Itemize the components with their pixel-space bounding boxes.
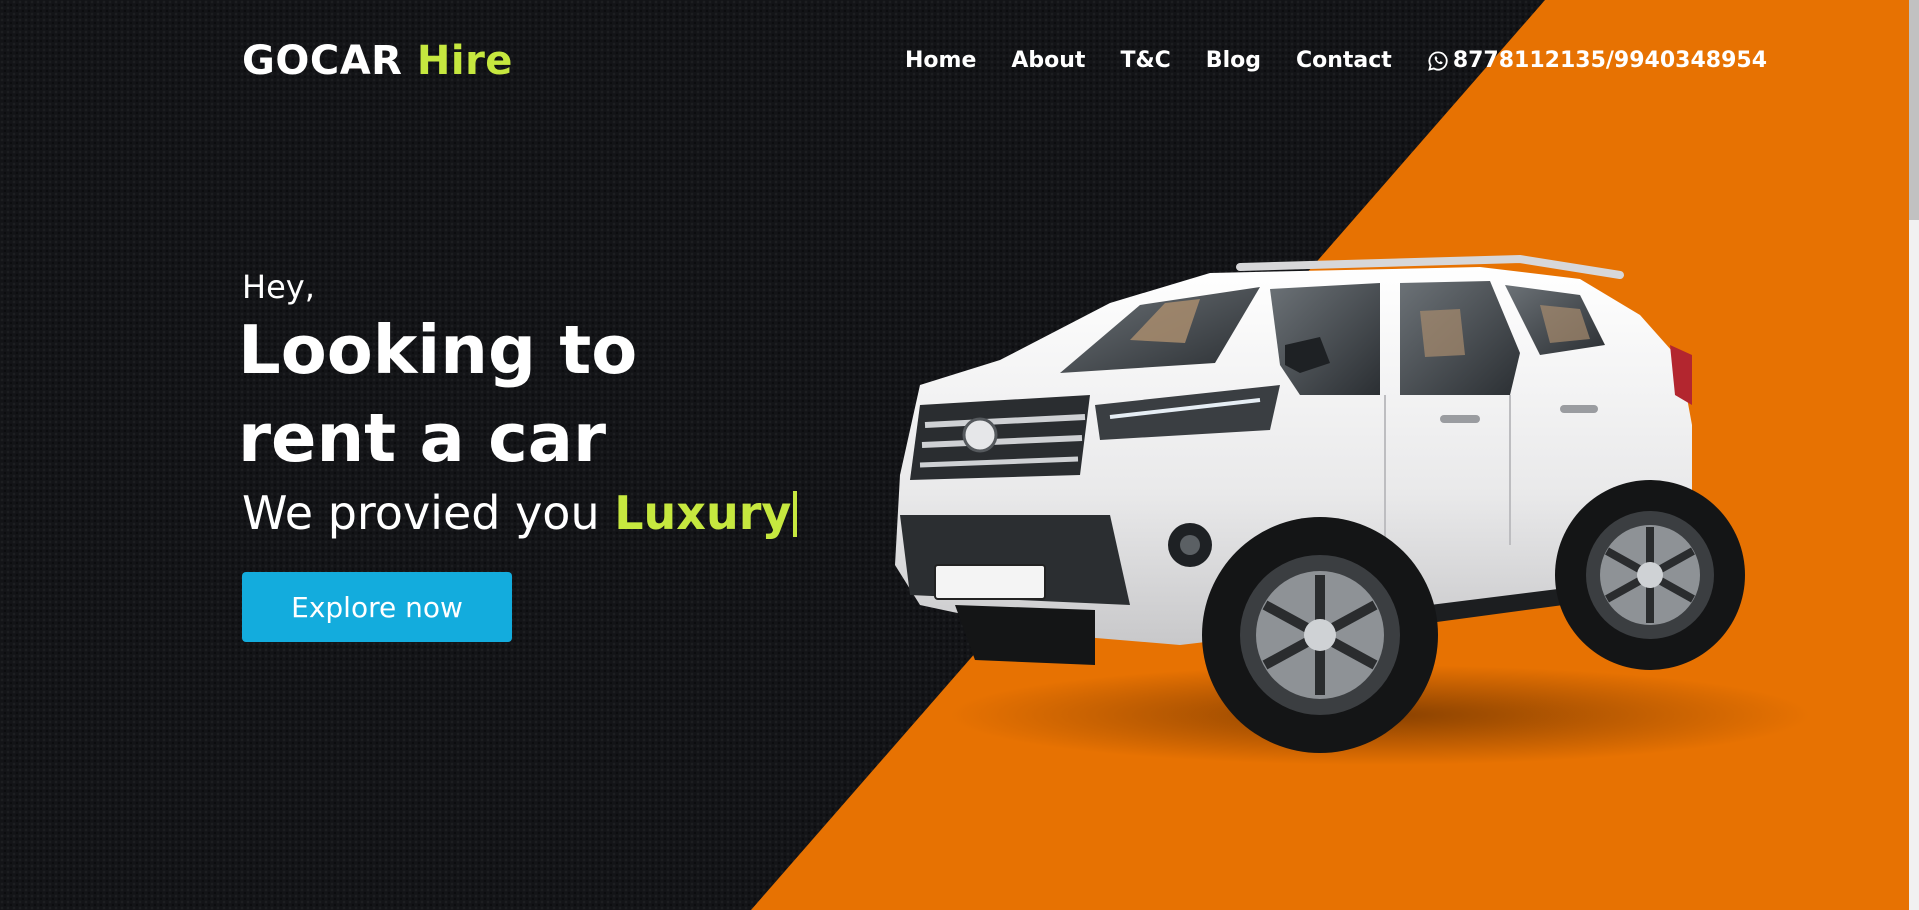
scrollbar-thumb[interactable] bbox=[1909, 0, 1919, 220]
hero-greeting: Hey, bbox=[242, 268, 315, 306]
brand-logo[interactable]: GOCAR Hire bbox=[242, 38, 513, 84]
main-nav: Home About T&C Blog Contact 8778112135/9… bbox=[905, 48, 1767, 73]
hero-subtitle-accent: Luxury bbox=[614, 486, 792, 540]
hero-title-line-1: Looking to bbox=[238, 311, 638, 389]
hero-subtitle-text: We provied you bbox=[242, 486, 600, 540]
suv-car-image bbox=[895, 254, 1810, 765]
nav-home[interactable]: Home bbox=[905, 48, 976, 73]
nav-blog[interactable]: Blog bbox=[1206, 48, 1261, 73]
phone-number: 8778112135/9940348954 bbox=[1452, 48, 1767, 73]
page: GOCAR Hire Home About T&C Blog Contact 8… bbox=[0, 0, 1919, 910]
nav-about[interactable]: About bbox=[1011, 48, 1085, 73]
scrollbar-track[interactable] bbox=[1909, 0, 1919, 910]
nav-contact[interactable]: Contact bbox=[1296, 48, 1392, 73]
hero-title-line-2: rent a car bbox=[238, 399, 607, 477]
whatsapp-icon bbox=[1428, 50, 1448, 71]
brand-accent: Hire bbox=[416, 38, 513, 84]
hero-title: Looking to rent a car bbox=[238, 306, 637, 482]
hero-subtitle: We provied you Luxury bbox=[242, 486, 798, 540]
typing-cursor bbox=[793, 491, 798, 537]
nav-terms[interactable]: T&C bbox=[1120, 48, 1170, 73]
nav-phone-link[interactable]: 8778112135/9940348954 bbox=[1427, 48, 1767, 73]
explore-now-button[interactable]: Explore now bbox=[242, 572, 512, 642]
brand-name: GOCAR bbox=[242, 38, 403, 84]
